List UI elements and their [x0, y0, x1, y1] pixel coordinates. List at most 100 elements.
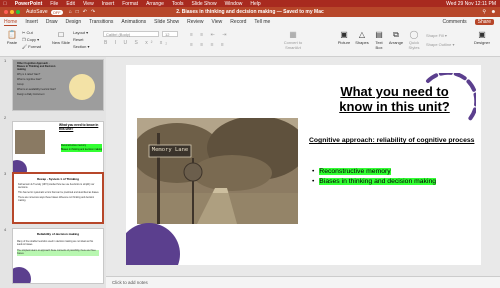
zoom-window-button[interactable]	[16, 10, 20, 14]
slide-thumbnail-4[interactable]: 4 Reliability of decision making Many of…	[4, 227, 104, 287]
picture-button[interactable]: ▣ Picture	[336, 30, 352, 45]
tab-slideshow[interactable]: Slide Show	[154, 19, 179, 25]
reset-button[interactable]: Reset	[73, 37, 83, 42]
thumb-line: There are numerous ways these biases inf…	[18, 197, 95, 202]
tab-record[interactable]: Record	[230, 19, 246, 25]
tab-home[interactable]: Home	[4, 19, 18, 26]
tab-animations[interactable]: Animations	[121, 19, 146, 25]
thumb-title: What you need to know in this unit?	[59, 123, 99, 131]
thumb-line: Many of the reliable heuristics used in …	[17, 241, 94, 246]
bullet-item: • Biases in thinking and decision making	[312, 178, 437, 185]
undo-icon[interactable]: ↶	[83, 9, 87, 15]
quick-styles-button[interactable]: ◯ Quick Styles	[406, 30, 422, 50]
slide-thumbnail-pane[interactable]: 1 Other Cognitive Approach - Biases in T…	[0, 57, 106, 288]
thumb-line: This has led to systematic errors that c…	[18, 192, 100, 194]
apple-icon[interactable]: 	[3, 1, 7, 7]
convert-smartart-button[interactable]: ▦ Convert to SmartArt	[280, 30, 306, 50]
menu-bar:  PowerPoint File Edit View Insert Forma…	[0, 0, 500, 7]
window-title-bar: AutoSave OFF ⌂ □ ↶ ↷ 2. Biases in thinki…	[0, 7, 500, 17]
slide-thumbnail-2[interactable]: 2 What you need to know in this unit? Re…	[4, 115, 104, 173]
menu-insert[interactable]: Insert	[102, 1, 115, 7]
menu-file[interactable]: File	[50, 1, 58, 7]
photo-illustration	[137, 118, 298, 224]
menu-arrange[interactable]: Arrange	[146, 1, 164, 7]
tab-review[interactable]: Review	[187, 19, 203, 25]
alignment-buttons[interactable]: ≡ ≡ ≡ ≡	[190, 42, 227, 48]
tab-view[interactable]: View	[212, 19, 223, 25]
notes-pane[interactable]: Click to add notes	[106, 276, 500, 288]
shape-fill-button[interactable]: Shape Fill ▾	[426, 33, 447, 38]
ribbon: Home Insert Draw Design Transitions Anim…	[0, 17, 500, 57]
arrange-icon: ⧉	[393, 30, 399, 39]
tab-insert[interactable]: Insert	[25, 19, 38, 25]
autosave-toggle[interactable]: OFF	[50, 9, 63, 15]
app-menu[interactable]: PowerPoint	[15, 1, 43, 7]
menu-format[interactable]: Format	[122, 1, 138, 7]
bullet-item: • Reconstructive memory	[312, 168, 391, 175]
slide-number: 4	[4, 227, 7, 232]
clock: Wed 29 Nov 12:11 PM	[446, 0, 496, 7]
copy-button[interactable]: ❐ Copy ▾	[22, 37, 39, 42]
menu-tools[interactable]: Tools	[172, 1, 184, 7]
window-controls	[4, 10, 20, 14]
picture-icon: ▣	[340, 30, 348, 39]
current-slide[interactable]: Memory Lane What you need to know in thi…	[126, 65, 481, 265]
slide-number: 1	[4, 58, 7, 63]
smartart-icon: ▦	[289, 30, 297, 39]
slide-bullet-list[interactable]: • Reconstructive memory • Biases in thin…	[312, 167, 481, 187]
arrange-button[interactable]: ⧉ Arrange	[388, 30, 404, 45]
thumb-line: Biases in thinking and decision making	[61, 148, 103, 152]
section-button[interactable]: Section ▾	[73, 44, 89, 49]
home-icon[interactable]: ⌂	[69, 9, 72, 15]
layout-button[interactable]: Layout ▾	[73, 30, 88, 35]
menu-edit[interactable]: Edit	[66, 1, 75, 7]
textbox-button[interactable]: ▤ Text Box	[372, 30, 386, 50]
thumb-illustration	[69, 74, 95, 100]
ribbon-tabs: Home Insert Draw Design Transitions Anim…	[0, 17, 500, 27]
thumb-line: The simplest idea is to approach these m…	[17, 250, 99, 256]
quick-styles-icon: ◯	[409, 30, 419, 39]
redo-icon[interactable]: ↷	[91, 9, 95, 15]
cut-button[interactable]: ✂ Cut	[22, 30, 33, 35]
paste-button[interactable]: 📋 Paste	[4, 30, 20, 45]
font-size-select[interactable]: 12	[162, 31, 178, 37]
paragraph-buttons[interactable]: ≡ ≡ ⇤ ⇥	[190, 32, 229, 38]
slide-thumbnail-3[interactable]: 3 Recap - System 1 of Thinking Kahnemann…	[4, 171, 104, 226]
save-icon[interactable]: □	[76, 9, 79, 15]
shapes-button[interactable]: △ Shapes	[354, 30, 370, 45]
thumb-photo	[15, 130, 45, 154]
tab-draw[interactable]: Draw	[46, 19, 58, 25]
menu-view[interactable]: View	[83, 1, 94, 7]
memory-lane-photo[interactable]: Memory Lane	[137, 118, 298, 224]
tab-tell-me[interactable]: Tell me	[254, 19, 270, 25]
menu-slideshow[interactable]: Slide Show	[192, 1, 217, 7]
menu-window[interactable]: Window	[225, 1, 243, 7]
purple-circle-decoration	[126, 223, 180, 265]
thumb-title: Reliability of decision making	[36, 232, 80, 236]
format-painter-button[interactable]: 🖌 Format	[22, 44, 41, 49]
slide-number: 2	[4, 115, 7, 120]
tab-design[interactable]: Design	[66, 19, 82, 25]
slide-number: 3	[4, 171, 7, 176]
designer-button[interactable]: ▣ Designer	[470, 30, 494, 45]
thumb-title: Other Cognitive Approach - Biases in Thi…	[17, 62, 56, 71]
close-window-button[interactable]	[4, 10, 8, 14]
slide-thumbnail-1[interactable]: 1 Other Cognitive Approach - Biases in T…	[4, 58, 104, 113]
minimize-window-button[interactable]	[10, 10, 14, 14]
font-format-buttons[interactable]: B I U S x² x₂	[104, 40, 170, 46]
slide-subtitle[interactable]: Cognitive approach: reliability of cogni…	[309, 137, 481, 146]
thumb-line: Design a Daily Instrument	[17, 93, 45, 96]
share-button[interactable]: Share	[474, 19, 494, 25]
account-icon[interactable]: ☻	[491, 9, 496, 15]
tab-transitions[interactable]: Transitions	[89, 19, 113, 25]
thumb-purple-circle	[13, 267, 31, 283]
new-slide-button[interactable]: □ New Slide	[52, 30, 70, 45]
comments-button[interactable]: Comments	[442, 19, 466, 25]
menu-help[interactable]: Help	[250, 1, 260, 7]
purple-arc-decoration	[426, 73, 476, 123]
textbox-icon: ▤	[375, 30, 383, 39]
new-slide-icon: □	[58, 30, 64, 39]
search-icon[interactable]: ⚲	[482, 9, 486, 15]
font-family-select[interactable]: Calibri (Body)	[103, 31, 159, 37]
shape-outline-button[interactable]: Shape Outline ▾	[426, 42, 454, 47]
